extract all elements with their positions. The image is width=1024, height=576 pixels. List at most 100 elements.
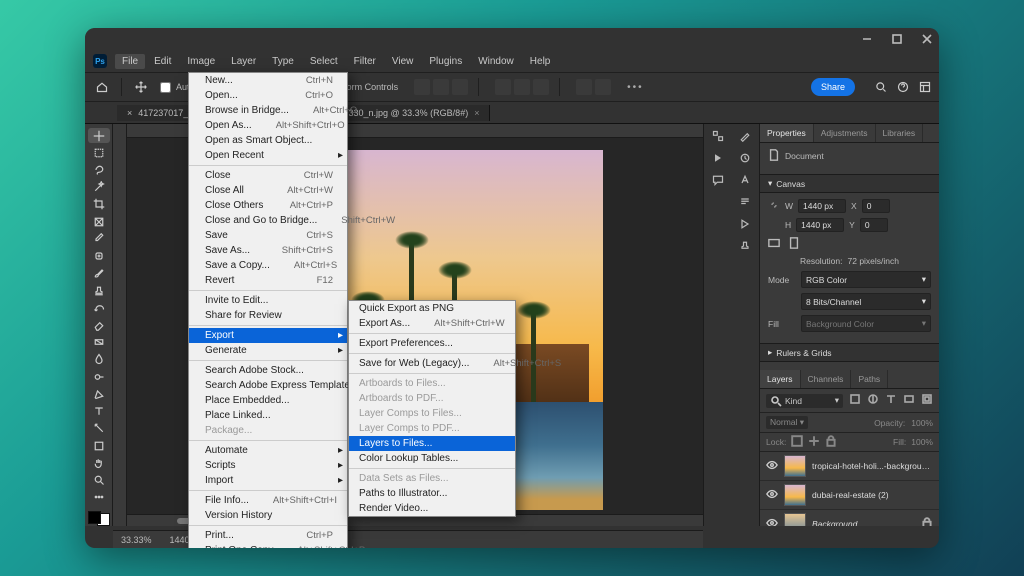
tab-layers[interactable]: Layers xyxy=(760,370,801,388)
share-button[interactable]: Share xyxy=(811,78,855,96)
move-tool[interactable] xyxy=(88,128,110,143)
tab-adjustments[interactable]: Adjustments xyxy=(814,124,876,142)
orient-v-icon[interactable] xyxy=(788,237,800,251)
menu-item[interactable]: Generate xyxy=(189,343,347,358)
blur-tool[interactable] xyxy=(88,352,110,367)
menu-item[interactable]: RevertF12 xyxy=(189,273,347,288)
hand-tool[interactable] xyxy=(88,455,110,470)
blend-mode-dropdown[interactable]: Normal ▾ xyxy=(766,416,808,429)
y-field[interactable] xyxy=(860,218,888,232)
menu-item[interactable]: Open as Smart Object... xyxy=(189,133,347,148)
menu-item[interactable]: Open Recent xyxy=(189,148,347,163)
lock-position-icon[interactable] xyxy=(808,435,820,449)
tab-properties[interactable]: Properties xyxy=(760,124,814,142)
filter-type-icon[interactable] xyxy=(885,393,897,408)
menu-item[interactable]: Search Adobe Stock... xyxy=(189,363,347,378)
align-icon[interactable] xyxy=(433,79,449,95)
minimize-icon[interactable] xyxy=(861,33,873,45)
ruler-vertical[interactable] xyxy=(113,124,127,526)
visibility-icon[interactable] xyxy=(766,459,778,473)
menu-item[interactable]: Place Embedded... xyxy=(189,393,347,408)
tab-paths[interactable]: Paths xyxy=(851,370,888,388)
layer-name[interactable]: Background xyxy=(812,519,915,526)
menu-item[interactable]: Export Preferences... xyxy=(349,336,515,351)
comment-icon[interactable] xyxy=(712,174,724,186)
workspace-icon[interactable] xyxy=(919,81,931,93)
tab-channels[interactable]: Channels xyxy=(801,370,852,388)
layer-filter-dropdown[interactable]: Kind▾ xyxy=(766,394,843,408)
bit-depth-dropdown[interactable]: 8 Bits/Channel▾ xyxy=(801,293,931,310)
menu-image[interactable]: Image xyxy=(180,54,222,69)
menu-item[interactable]: Scripts xyxy=(189,458,347,473)
edit-toolbar-icon[interactable] xyxy=(88,490,110,505)
gradient-tool[interactable] xyxy=(88,335,110,350)
marquee-tool[interactable] xyxy=(88,145,110,160)
healing-tool[interactable] xyxy=(88,249,110,264)
path-tool[interactable] xyxy=(88,421,110,436)
align-icon[interactable] xyxy=(414,79,430,95)
close-window-icon[interactable] xyxy=(921,33,933,45)
character-icon[interactable] xyxy=(739,174,751,186)
menu-item[interactable]: Layers to Files... xyxy=(349,436,515,451)
opacity-value[interactable]: 100% xyxy=(911,418,933,428)
menu-item[interactable]: Share for Review xyxy=(189,308,347,323)
type-tool[interactable] xyxy=(88,404,110,419)
stamp-tool[interactable] xyxy=(88,283,110,298)
paragraph-icon[interactable] xyxy=(739,196,751,208)
help-icon[interactable] xyxy=(897,81,909,93)
distribute-icon[interactable] xyxy=(514,79,530,95)
x-field[interactable] xyxy=(862,199,890,213)
crop-tool[interactable] xyxy=(88,197,110,212)
menu-item[interactable]: Export As...Alt+Shift+Ctrl+W xyxy=(349,316,515,331)
menu-edit[interactable]: Edit xyxy=(147,54,178,69)
wand-tool[interactable] xyxy=(88,180,110,195)
menu-item[interactable]: Open As...Alt+Shift+Ctrl+O xyxy=(189,118,347,133)
eraser-tool[interactable] xyxy=(88,317,110,332)
menu-item[interactable]: Print One CopyAlt+Shift+Ctrl+P xyxy=(189,543,347,548)
arrow-icon[interactable] xyxy=(712,152,724,164)
distribute-icon[interactable] xyxy=(533,79,549,95)
menu-item[interactable]: Search Adobe Express Templates... xyxy=(189,378,347,393)
menu-item[interactable]: Paths to Illustrator... xyxy=(349,486,515,501)
menu-item[interactable]: Render Video... xyxy=(349,501,515,516)
menu-item[interactable]: Version History xyxy=(189,508,347,523)
menu-select[interactable]: Select xyxy=(303,54,345,69)
layer-name[interactable]: dubai-real-estate (2) xyxy=(812,490,933,500)
menu-item[interactable]: New...Ctrl+N xyxy=(189,73,347,88)
actions-icon[interactable] xyxy=(739,218,751,230)
visibility-icon[interactable] xyxy=(766,517,778,526)
height-field[interactable] xyxy=(796,218,844,232)
canvas-section-header[interactable]: ▾Canvas xyxy=(760,174,939,193)
menu-item[interactable]: Close AllAlt+Ctrl+W xyxy=(189,183,347,198)
menu-item[interactable]: Export xyxy=(189,328,347,343)
menu-view[interactable]: View xyxy=(385,54,421,69)
menu-item[interactable]: Save for Web (Legacy)...Alt+Shift+Ctrl+S xyxy=(349,356,515,371)
align-to-icon[interactable] xyxy=(576,79,592,95)
fill-opacity-value[interactable]: 100% xyxy=(911,437,933,447)
menu-item[interactable]: CloseCtrl+W xyxy=(189,168,347,183)
filter-pixel-icon[interactable] xyxy=(849,393,861,408)
layer-row[interactable]: dubai-real-estate (2) xyxy=(760,481,939,510)
color-mode-dropdown[interactable]: RGB Color▾ xyxy=(801,271,931,288)
link-icon[interactable] xyxy=(768,199,780,213)
menu-plugins[interactable]: Plugins xyxy=(422,54,469,69)
orient-h-icon[interactable] xyxy=(768,237,780,251)
color-swatches[interactable] xyxy=(88,511,110,526)
align-icon[interactable] xyxy=(452,79,468,95)
layer-row[interactable]: tropical-hotel-holi...-background-resort xyxy=(760,452,939,481)
menu-item[interactable]: Save a Copy...Alt+Ctrl+S xyxy=(189,258,347,273)
menu-item[interactable]: Close and Go to Bridge...Shift+Ctrl+W xyxy=(189,213,347,228)
menu-item[interactable]: Print...Ctrl+P xyxy=(189,528,347,543)
color-panel-icon[interactable] xyxy=(712,130,724,142)
lasso-tool[interactable] xyxy=(88,162,110,177)
menu-layer[interactable]: Layer xyxy=(224,54,263,69)
layer-name[interactable]: tropical-hotel-holi...-background-resort xyxy=(812,461,933,471)
menu-item[interactable]: Quick Export as PNG xyxy=(349,301,515,316)
menu-filter[interactable]: Filter xyxy=(347,54,383,69)
pen-tool[interactable] xyxy=(88,386,110,401)
filter-smart-icon[interactable] xyxy=(921,393,933,408)
visibility-icon[interactable] xyxy=(766,488,778,502)
menu-item[interactable]: Automate xyxy=(189,443,347,458)
eyedropper-tool[interactable] xyxy=(88,231,110,246)
lock-pixels-icon[interactable] xyxy=(791,435,803,449)
